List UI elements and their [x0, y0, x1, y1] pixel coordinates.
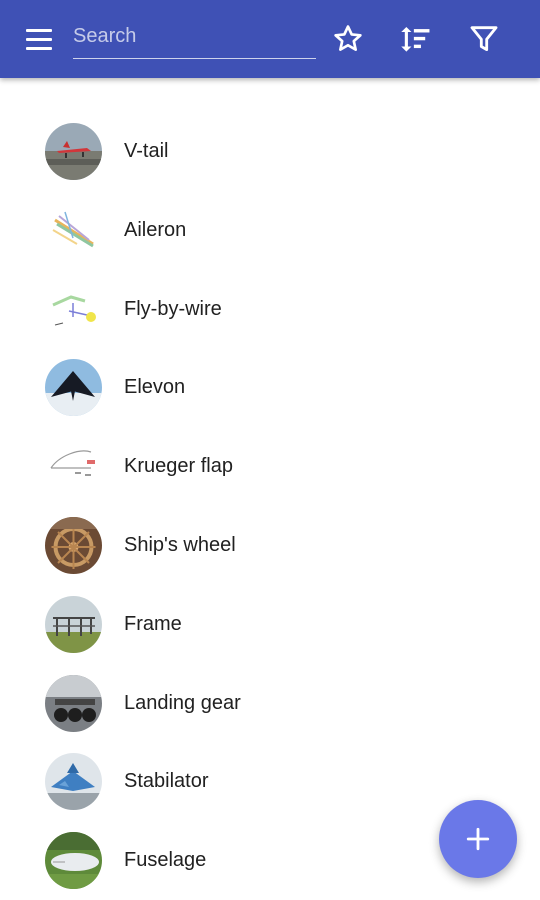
filter-button[interactable] — [467, 22, 501, 56]
aileron-thumbnail — [45, 201, 102, 259]
item-label: Landing gear — [124, 691, 241, 714]
list-item[interactable]: Landing gear — [0, 664, 540, 743]
item-label: Fly-by-wire — [124, 297, 222, 320]
krueger-flap-thumbnail — [45, 438, 102, 496]
list-item[interactable]: Aileron — [0, 191, 540, 270]
item-label: Elevon — [124, 376, 186, 399]
list-item[interactable]: V-tail — [0, 112, 540, 191]
landing-gear-thumbnail — [45, 674, 102, 732]
elevon-thumbnail — [45, 359, 102, 417]
v-tail-thumbnail — [45, 123, 102, 180]
item-label: Aileron — [124, 218, 187, 241]
list-item[interactable]: Krueger flap — [0, 427, 540, 506]
item-label: Stabilator — [124, 770, 209, 793]
frame-thumbnail — [45, 595, 102, 653]
list-item[interactable]: Elevon — [0, 348, 540, 427]
menu-button[interactable] — [22, 25, 58, 55]
add-button[interactable] — [439, 800, 517, 878]
sort-icon — [401, 26, 430, 52]
search-field — [73, 18, 316, 59]
item-label: Krueger flap — [124, 455, 233, 478]
article-list: V-tail Aileron Fly-by-wire Elevon Kruege… — [0, 112, 540, 900]
app-bar — [0, 0, 540, 78]
ships-wheel-thumbnail — [45, 516, 102, 574]
favorites-button[interactable] — [331, 22, 365, 56]
fuselage-thumbnail — [45, 832, 102, 890]
star-outline-icon — [334, 25, 362, 51]
sort-button[interactable] — [399, 22, 433, 56]
search-input[interactable] — [73, 20, 313, 52]
stabilator-thumbnail — [45, 753, 102, 811]
fly-by-wire-thumbnail — [45, 280, 102, 338]
item-label: Frame — [124, 612, 182, 635]
item-label: V-tail — [124, 140, 169, 162]
item-label: Ship's wheel — [124, 533, 236, 556]
filter-icon — [470, 26, 498, 52]
plus-icon — [466, 827, 490, 851]
list-item[interactable]: Fly-by-wire — [0, 270, 540, 349]
list-item[interactable]: Ship's wheel — [0, 506, 540, 585]
item-label: Fuselage — [124, 849, 207, 872]
list-item[interactable]: Frame — [0, 585, 540, 664]
